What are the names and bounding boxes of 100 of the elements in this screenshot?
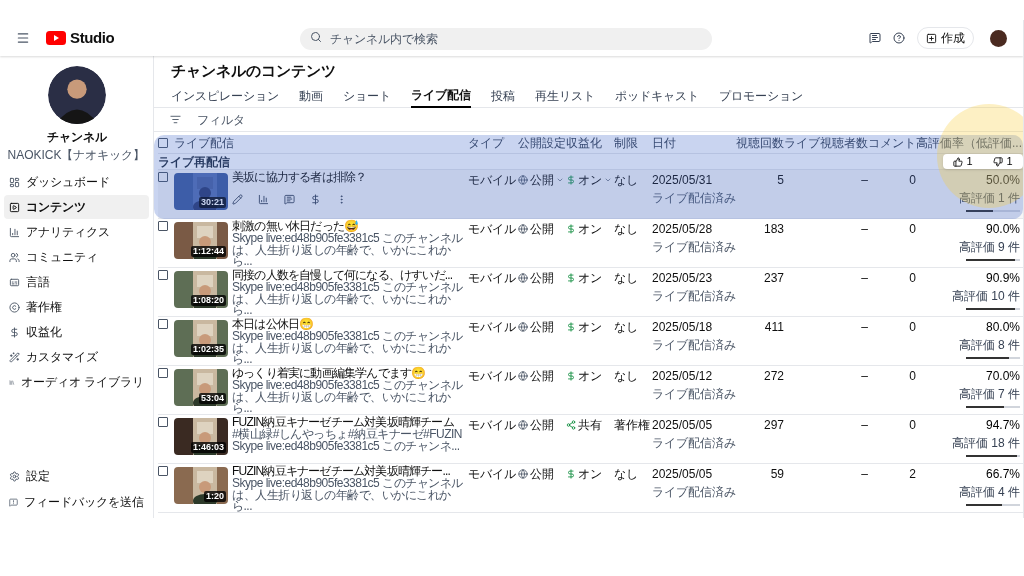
monetization-cell[interactable]: オン xyxy=(578,269,602,287)
video-title[interactable]: ゆっくり着実に動画編集学んでます😁 xyxy=(232,367,464,380)
logo-text[interactable]: Studio xyxy=(70,26,115,50)
menu-icon[interactable] xyxy=(16,31,30,45)
video-title[interactable]: 美坂に協力する者は排除？ xyxy=(232,171,464,184)
channel-avatar[interactable] xyxy=(47,66,106,124)
monetization-cell[interactable]: 共有 xyxy=(578,416,602,434)
tab[interactable]: 再生リスト xyxy=(535,84,595,108)
sidebar-item[interactable]: 著作権 xyxy=(4,295,149,319)
visibility-cell[interactable]: 公開 xyxy=(530,220,554,238)
tab[interactable]: ショート xyxy=(343,84,391,108)
monetization-cell[interactable]: オン xyxy=(578,171,602,189)
checkbox[interactable] xyxy=(158,172,168,182)
likes-count: 高評価 9 件 xyxy=(958,239,1020,256)
column-header: 高評価率（低評価... xyxy=(916,134,1020,152)
dollar-icon[interactable] xyxy=(310,194,321,205)
duration-label: 1:08:20 xyxy=(190,295,226,306)
views-cell-text: 183 xyxy=(762,221,784,238)
type-cell-text: モバイル xyxy=(468,417,517,434)
copyright-icon xyxy=(9,301,20,313)
checkbox[interactable] xyxy=(158,137,168,148)
tab[interactable]: 投稿 xyxy=(491,84,515,108)
visibility-cell[interactable]: 公開 xyxy=(530,416,554,434)
page-title: チャンネルのコンテンツ xyxy=(171,62,337,80)
video-title[interactable]: 同接の人数を自慢して何になる、けすいだ... xyxy=(232,269,464,282)
duration-label: 30:21 xyxy=(198,197,226,208)
column-header: 制限 xyxy=(614,134,639,152)
rating-cell-text: 90.0% xyxy=(985,221,1020,238)
comments-cell-text: 0 xyxy=(908,368,916,385)
sidebar-item[interactable]: フィードバックを送信 xyxy=(4,490,149,514)
captions-icon xyxy=(9,276,20,288)
likes-count: 高評価 7 件 xyxy=(958,386,1020,403)
video-title[interactable]: 本日は公休日😁 xyxy=(232,318,464,331)
date-status: ライブ配信済み xyxy=(652,386,736,403)
restriction-cell-text: なし xyxy=(614,466,639,483)
edit-icon[interactable] xyxy=(232,194,243,205)
globe-icon xyxy=(518,273,528,283)
sidebar-item[interactable]: 設定 xyxy=(4,464,149,488)
dollar-icon xyxy=(566,175,576,185)
sidebar-item[interactable]: 収益化 xyxy=(4,320,149,344)
type-cell-text: モバイル xyxy=(468,221,517,238)
sidebar-item[interactable]: 言語 xyxy=(4,270,149,294)
comments-icon[interactable] xyxy=(284,194,295,205)
sidebar-item[interactable]: オーディオ ライブラリ xyxy=(4,370,149,394)
checkbox[interactable] xyxy=(158,221,168,231)
rating-cell-text: 66.7% xyxy=(985,466,1020,483)
tab[interactable]: ポッドキャスト xyxy=(615,84,699,108)
tab[interactable]: ライブ配信 xyxy=(411,84,471,108)
checkbox[interactable] xyxy=(158,417,168,427)
checkbox[interactable] xyxy=(158,270,168,280)
sidebar-item[interactable]: カスタマイズ xyxy=(4,345,149,369)
bar-chart-icon[interactable] xyxy=(258,194,269,205)
tab[interactable]: 動画 xyxy=(299,84,323,108)
monetization-cell[interactable]: オン xyxy=(578,220,602,238)
avatar[interactable] xyxy=(990,29,1007,47)
visibility-cell[interactable]: 公開 xyxy=(530,367,554,385)
filter-icon[interactable] xyxy=(170,114,181,125)
duration-label: 1:20 xyxy=(204,491,226,502)
rating-cell-text: 70.0% xyxy=(985,368,1020,385)
monetization-cell[interactable]: オン xyxy=(578,318,602,336)
globe-icon xyxy=(518,420,528,430)
checkbox[interactable] xyxy=(158,368,168,378)
live-viewers-cell-text: – xyxy=(860,270,868,287)
sidebar-item[interactable]: ダッシュボード xyxy=(4,170,149,194)
visibility-cell[interactable]: 公開 xyxy=(530,171,554,189)
dollar-icon xyxy=(9,326,20,338)
sidebar-item[interactable]: アナリティクス xyxy=(4,220,149,244)
views-cell-text: 272 xyxy=(762,368,784,385)
sidebar-item[interactable]: コンテンツ xyxy=(4,195,149,219)
rating-cell-text: 80.0% xyxy=(985,319,1020,336)
type-cell-text: モバイル xyxy=(468,466,517,483)
search-field[interactable]: チャンネル内で検索 xyxy=(300,28,713,50)
video-title[interactable]: FUZIN納豆キナーゼチーム対美坂晴輝チー... xyxy=(232,465,464,478)
visibility-cell[interactable]: 公開 xyxy=(530,269,554,287)
checkbox[interactable] xyxy=(158,319,168,329)
play-logo-icon[interactable] xyxy=(46,31,66,45)
video-title[interactable]: FUZIN納豆キナーゼチーム対美坂晴輝チーム xyxy=(232,416,464,429)
tab[interactable]: プロモーション xyxy=(719,84,803,108)
checkbox[interactable] xyxy=(158,466,168,476)
views-cell-text: 5 xyxy=(776,172,784,189)
monetization-cell[interactable]: オン xyxy=(578,367,602,385)
restriction-cell-text: 著作権 xyxy=(614,417,651,434)
visibility-cell[interactable]: 公開 xyxy=(530,318,554,336)
live-viewers-cell-text: – xyxy=(860,319,868,336)
date-status: ライブ配信済み xyxy=(652,337,736,354)
views-cell-text: 59 xyxy=(769,466,784,483)
help-icon[interactable] xyxy=(893,32,905,44)
comments-cell-text: 0 xyxy=(908,172,916,189)
sidebar-item[interactable]: コミュニティ xyxy=(4,245,149,269)
video-title[interactable]: 刺激の無い休日だった😅 xyxy=(232,220,464,233)
restriction-cell-text: なし xyxy=(614,368,639,385)
monetization-cell[interactable]: オン xyxy=(578,465,602,483)
views-cell-text: 237 xyxy=(762,270,784,287)
visibility-cell[interactable]: 公開 xyxy=(530,465,554,483)
filter-field[interactable]: フィルタ xyxy=(197,110,352,129)
dashboard-icon xyxy=(9,176,20,188)
feedback-icon[interactable] xyxy=(869,32,881,44)
likes-count: 高評価 10 件 xyxy=(952,288,1020,305)
tab[interactable]: インスピレーション xyxy=(171,84,279,108)
video-description: #横山緑#しんやっちょ#納豆キナーゼ#FUZIN Skype live:ed48b905fe3381c5 このチャンネ... xyxy=(232,429,464,452)
